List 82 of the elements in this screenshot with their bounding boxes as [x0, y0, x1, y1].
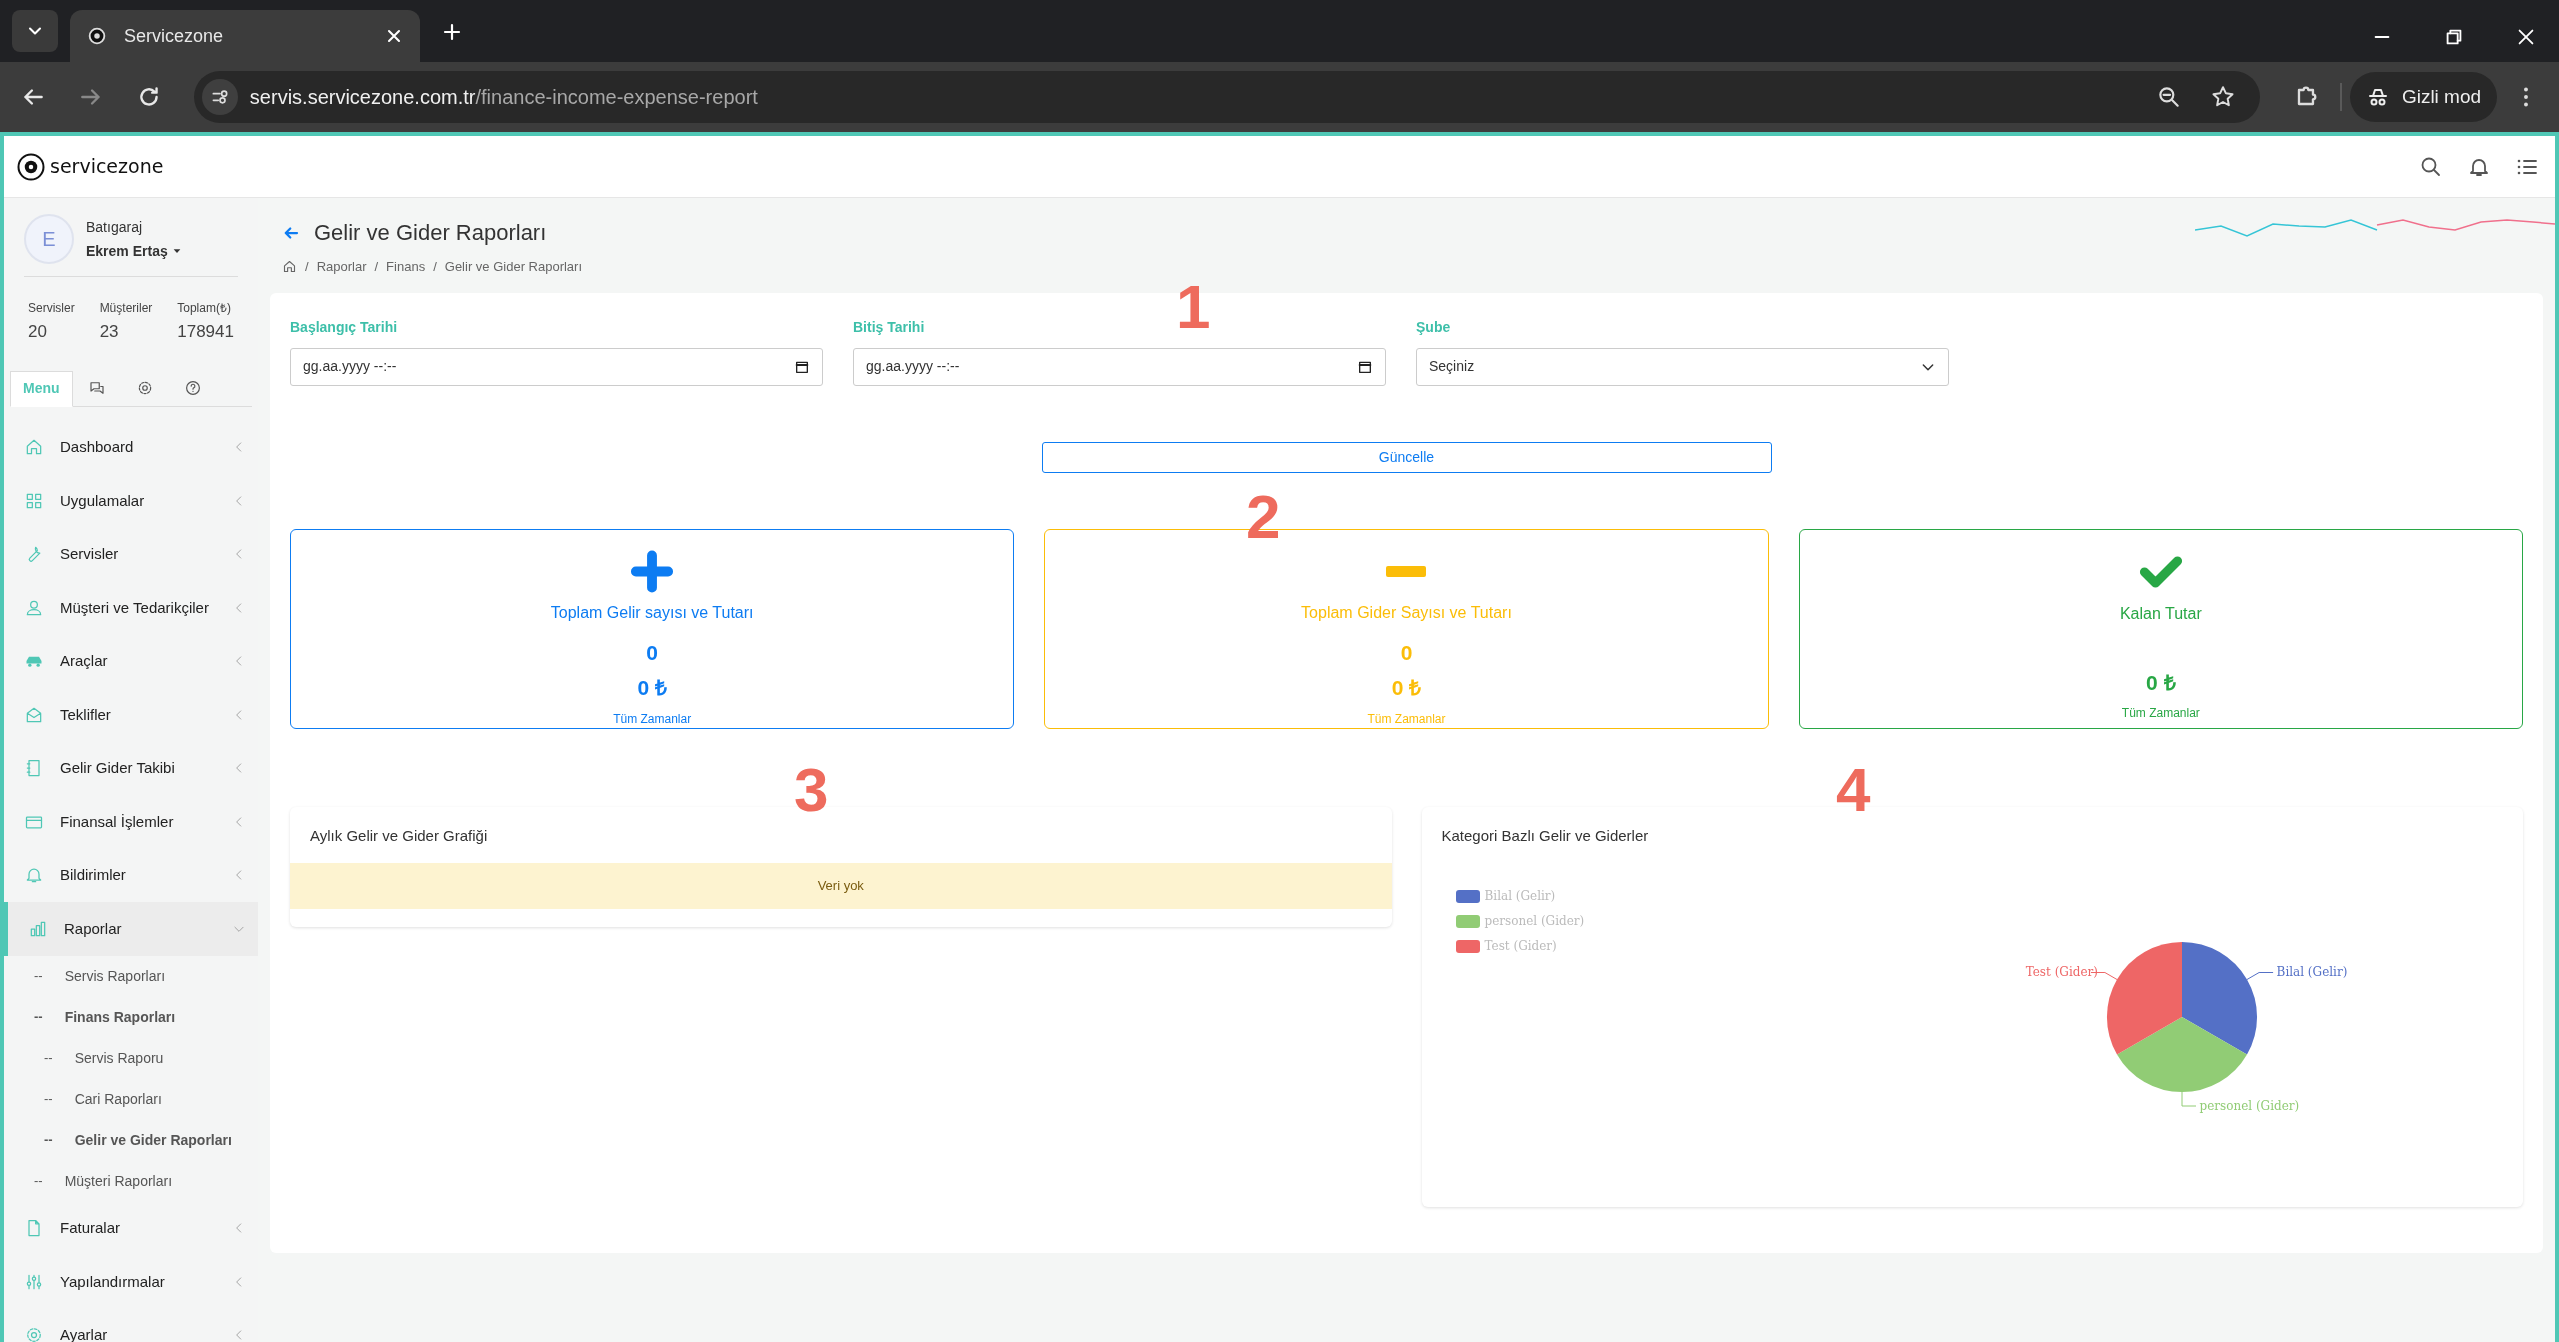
menu-item[interactable]: Teklifler	[4, 688, 258, 742]
stat-amount: 0 ₺	[2146, 669, 2176, 696]
caret-icon	[171, 246, 182, 256]
stat-label: Toplam(₺)	[177, 300, 232, 317]
tab-list-button[interactable]	[12, 10, 58, 52]
update-button[interactable]: Güncelle	[1041, 441, 1772, 473]
breadcrumb-separator: /	[433, 258, 437, 276]
menu-item[interactable]: Araçlar	[4, 634, 258, 688]
company-name: Batıgaraj	[86, 217, 144, 237]
logo[interactable]: servicezone	[16, 151, 164, 182]
submenu-item[interactable]: -- Servis Raporları	[4, 955, 258, 997]
user-menu-button[interactable]: Ekrem Ertaş	[86, 240, 182, 262]
field-label: Bitiş Tarihi	[853, 317, 926, 337]
breadcrumb-link[interactable]: Finans	[386, 257, 426, 277]
stat-value: 20	[28, 321, 48, 343]
menu-item[interactable]: Raporlar	[4, 902, 258, 956]
slice-label: personel (Gider)	[2199, 1097, 2300, 1115]
slice-label: Bilal (Gelir)	[2276, 964, 2348, 981]
stat-label: Servisler	[28, 300, 75, 317]
menu-item[interactable]: Uygulamalar	[4, 474, 258, 528]
submenu-item[interactable]: -- Cari Raporları	[4, 1078, 258, 1120]
menu-item[interactable]: Dashboard	[4, 420, 258, 474]
site-info-button[interactable]	[201, 79, 238, 115]
gear-logo-icon	[16, 151, 46, 182]
incognito-button[interactable]: Gizli mod	[2349, 72, 2498, 122]
home-icon[interactable]	[282, 259, 297, 275]
page-title: Gelir ve Gider Raporları	[314, 219, 547, 247]
stat-title: Kalan Tutar	[2119, 603, 2202, 624]
stat-period: Tüm Zamanlar	[1367, 710, 1446, 728]
submenu-item[interactable]: -- Gelir ve Gider Raporları	[4, 1119, 258, 1161]
plus-icon	[630, 549, 675, 593]
stat-amount: 0 ₺	[1391, 675, 1422, 701]
submenu-item[interactable]: -- Finans Raporları	[4, 996, 258, 1038]
date-field[interactable]: gg.aa.yyyy --:--	[290, 347, 823, 386]
stat-count: 0	[646, 639, 658, 666]
date-field[interactable]: gg.aa.yyyy --:--	[853, 347, 1386, 386]
chart-title: Kategori Bazlı Gelir ve Giderler	[1440, 825, 1650, 846]
menu-item[interactable]: Müşteri ve Tedarikçiler	[4, 581, 258, 635]
breadcrumb-separator: /	[305, 258, 309, 276]
field-label: Başlangıç Tarihi	[290, 317, 399, 337]
breadcrumb-separator: /	[374, 258, 379, 276]
menu-item[interactable]: Faturalar	[4, 1201, 258, 1255]
field-label: Şube	[1416, 317, 1452, 337]
breadcrumb-current: Gelir ve Gider Raporları	[444, 258, 583, 276]
avatar: E	[24, 214, 74, 264]
stat-label: Müşteriler	[99, 300, 153, 317]
stat-title: Toplam Gelir sayısı ve Tutarı	[550, 602, 754, 623]
help-icon	[183, 378, 202, 397]
stat-period: Tüm Zamanlar	[2121, 705, 2200, 722]
menu-item[interactable]: Servisler	[4, 527, 258, 581]
menu-item[interactable]: Bildirimler	[4, 848, 258, 902]
stat-amount: 0 ₺	[637, 675, 667, 701]
stat-title: Toplam Gider Sayısı ve Tutarı	[1301, 602, 1512, 623]
menu-item[interactable]: Yapılandırmalar	[4, 1255, 258, 1309]
minus-icon	[1386, 565, 1427, 577]
menu-item[interactable]: Finansal İşlemler	[4, 795, 258, 849]
empty-data-notice: Veri yok	[290, 863, 1392, 909]
submenu-item[interactable]: -- Servis Raporu	[4, 1037, 258, 1079]
select-field[interactable]: Seçiniz	[1416, 347, 1949, 386]
address-bar[interactable]: servis.servicezone.com.tr/finance-income-expense-report	[193, 71, 2260, 123]
annotation-number: 3	[794, 759, 829, 821]
gear-icon	[86, 25, 108, 47]
slice-label: Test (Gider)	[2025, 964, 2098, 981]
breadcrumb-link[interactable]: Raporlar	[316, 257, 367, 277]
stat-period: Tüm Zamanlar	[613, 710, 692, 728]
pie-slice[interactable]	[2116, 1016, 2247, 1092]
menu-item[interactable]: Gelir Gider Takibi	[4, 741, 258, 795]
stat-value: 23	[99, 321, 120, 343]
annotation-number: 1	[1176, 276, 1211, 338]
url-text: servis.servicezone.com.tr/finance-income-expense-report	[249, 85, 759, 110]
pie-slice[interactable]	[2181, 941, 2257, 1054]
stat-count: 0	[1400, 639, 1413, 666]
browser-tab[interactable]: Servicezone	[70, 10, 420, 62]
gear-icon	[24, 1325, 44, 1342]
tab-title: Servicezone	[124, 24, 225, 48]
leader-line	[2246, 971, 2274, 980]
chart-title: Aylık Gelir ve Gider Grafiği	[309, 825, 489, 846]
pie-slice[interactable]	[2106, 941, 2182, 1054]
annotation-number: 4	[1836, 759, 1871, 821]
submenu-item[interactable]: -- Müşteri Raporları	[4, 1160, 258, 1202]
leader-line	[2181, 1091, 2196, 1106]
stat-value: 178941	[177, 321, 234, 343]
